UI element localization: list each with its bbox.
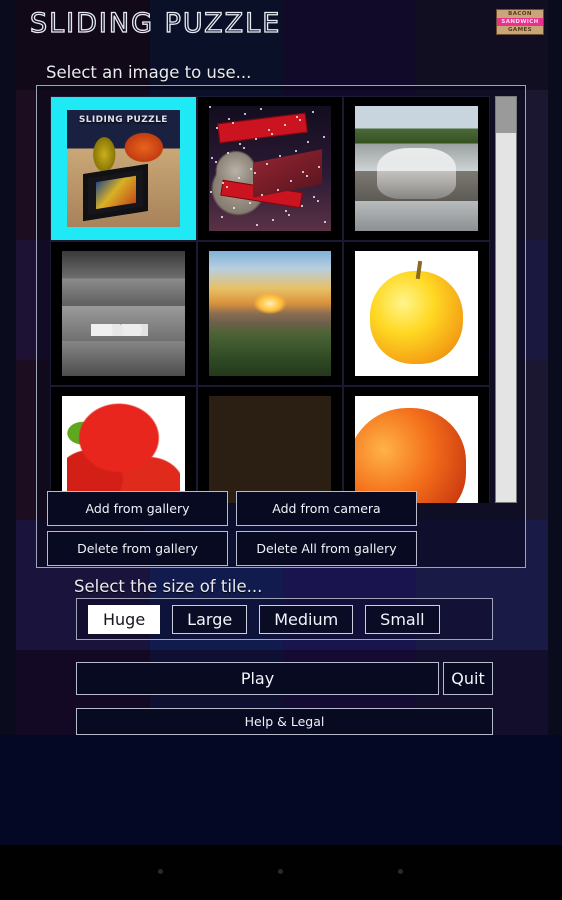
thumbnail-sunset-estuary[interactable] <box>196 241 344 386</box>
thumbnail-sliding-puzzle-cover[interactable]: SLIDING PUZZLE <box>50 96 197 241</box>
tile-size-large-button[interactable]: Large <box>172 604 248 634</box>
thumbnail-strawberries[interactable] <box>50 386 197 503</box>
thumbnail-grid: SLIDING PUZZLE <box>50 96 490 503</box>
tile-size-huge-button[interactable]: Huge <box>88 604 161 634</box>
tile-size-small-button[interactable]: Small <box>365 604 440 634</box>
tile-size-medium-button[interactable]: Medium <box>259 604 354 634</box>
help-and-legal-button[interactable]: Help & Legal <box>76 708 493 735</box>
app-root: SLIDING PUZZLE BACON SANDWICH GAMES Sele… <box>0 0 562 900</box>
thumbnail-image <box>355 395 479 503</box>
tile-size-selector: Huge Large Medium Small <box>76 598 493 640</box>
play-button[interactable]: Play <box>76 662 439 695</box>
add-from-gallery-button[interactable]: Add from gallery <box>47 491 228 526</box>
select-image-label: Select an image to use... <box>46 63 252 82</box>
delete-from-gallery-button[interactable]: Delete from gallery <box>47 531 228 566</box>
thumbnail-mixed-nuts-raisins[interactable] <box>196 386 344 503</box>
page-title: SLIDING PUZZLE <box>29 7 282 39</box>
quit-button[interactable]: Quit <box>443 662 493 695</box>
thumbnail-image: SLIDING PUZZLE <box>66 109 180 228</box>
publisher-logo: BACON SANDWICH GAMES <box>496 9 544 35</box>
delete-all-from-gallery-button[interactable]: Delete All from gallery <box>236 531 417 566</box>
thumbnail-image <box>61 250 185 377</box>
apple-stem <box>415 260 423 279</box>
gallery-action-buttons: Add from gallery Add from camera Delete fr… <box>47 491 417 566</box>
bg-bottom-plate <box>0 735 562 845</box>
add-from-camera-button[interactable]: Add from camera <box>236 491 417 526</box>
gallery-scrollbar-thumb[interactable] <box>496 97 516 133</box>
thumbnail-waterfall-rocks[interactable] <box>343 96 490 241</box>
puzzle-frame-graphic <box>82 163 149 221</box>
nav-back-dot-icon[interactable] <box>158 869 163 874</box>
snowflakes-overlay <box>208 105 332 232</box>
thumbnail-peach-nectarine[interactable] <box>343 386 490 503</box>
thumbnail-image <box>208 395 332 503</box>
thumbnail-christmas-snowplow[interactable] <box>196 96 344 241</box>
thumbnail-image <box>208 250 332 377</box>
publisher-logo-line-1: BACON <box>508 11 532 17</box>
select-size-label: Select the size of tile... <box>74 577 263 596</box>
thumbnail-grid-viewport: SLIDING PUZZLE <box>50 96 490 503</box>
thumbnail-caption: SLIDING PUZZLE <box>78 114 168 125</box>
thumbnail-yellow-apple[interactable] <box>343 241 490 386</box>
thumbnail-sheep-moorland-bw[interactable] <box>50 241 197 386</box>
publisher-logo-line-2: SANDWICH <box>497 18 543 26</box>
nav-recents-dot-icon[interactable] <box>398 869 403 874</box>
publisher-logo-line-3: GAMES <box>508 27 532 33</box>
thumbnail-image <box>61 395 185 503</box>
thumbnail-image <box>355 250 479 377</box>
image-selection-panel: SLIDING PUZZLE Add from gallery Add from … <box>36 85 526 568</box>
thumbnail-image <box>208 105 332 232</box>
thumbnail-image <box>355 105 479 232</box>
nav-home-dot-icon[interactable] <box>278 869 283 874</box>
gallery-scrollbar-track[interactable] <box>495 96 517 503</box>
